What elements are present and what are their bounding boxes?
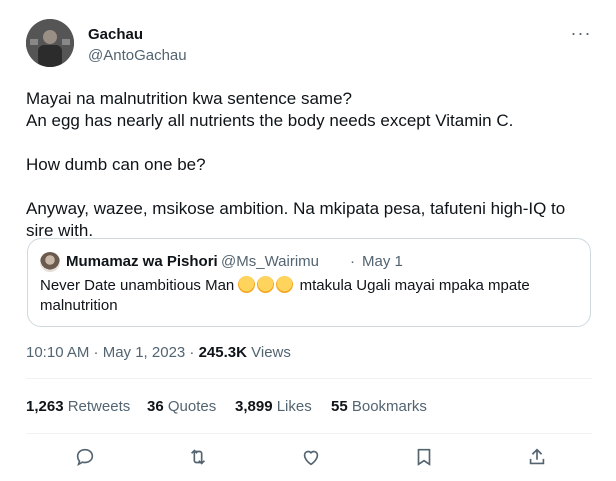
- like-icon[interactable]: [298, 444, 324, 470]
- tweet-line: Anyway, wazee, msikose ambition. Na mkip…: [26, 199, 566, 240]
- tweet-card: Gachau @AntoGachau ··· Mayai na malnutri…: [0, 0, 616, 481]
- reply-icon[interactable]: [72, 444, 98, 470]
- tweet-line: An egg has nearly all nutrients the body…: [26, 111, 514, 130]
- bookmarks-stat[interactable]: 55 Bookmarks: [331, 398, 427, 415]
- yawning-face-emoji-icon: [276, 276, 294, 293]
- yawning-face-emoji-icon: [238, 276, 256, 293]
- tweet-meta: 10:10 AM · May 1, 2023 · 245.3K Views: [26, 344, 291, 361]
- author-handle[interactable]: @AntoGachau: [88, 47, 187, 64]
- quoted-author-handle: @Ms_Wairimu: [221, 253, 320, 270]
- quoted-text-part: Never Date unambitious Man: [40, 277, 239, 294]
- yawning-face-emoji-icon: [257, 276, 275, 293]
- likes-stat[interactable]: 3,899 Likes: [235, 398, 312, 415]
- quoted-text: Never Date unambitious Man mtakula Ugali…: [40, 276, 560, 316]
- divider: [26, 378, 592, 379]
- quoted-separator: ·: [350, 253, 355, 270]
- profile-photo-icon: [26, 19, 74, 67]
- tweet-line: Mayai na malnutrition kwa sentence same?: [26, 89, 352, 108]
- quotes-stat[interactable]: 36 Quotes: [147, 398, 216, 415]
- tweet-timestamp[interactable]: 10:10 AM · May 1, 2023 ·: [26, 344, 199, 361]
- avatar[interactable]: [26, 19, 74, 67]
- quoted-tweet[interactable]: Mumamaz wa Pishori @Ms_Wairimu · May 1 N…: [27, 238, 591, 327]
- views-count: 245.3K: [198, 344, 247, 361]
- bookmark-icon[interactable]: [411, 444, 437, 470]
- quoted-author-name: Mumamaz wa Pishori: [66, 253, 218, 270]
- tweet-text: Mayai na malnutrition kwa sentence same?…: [26, 88, 596, 242]
- divider: [26, 433, 592, 434]
- views-label: Views: [246, 344, 291, 361]
- author-name[interactable]: Gachau: [88, 26, 143, 43]
- more-options-icon[interactable]: ···: [568, 24, 594, 44]
- retweets-stat[interactable]: 1,263 Retweets: [26, 398, 130, 415]
- tweet-line: How dumb can one be?: [26, 155, 206, 174]
- quoted-avatar: [40, 252, 60, 272]
- share-icon[interactable]: [524, 444, 550, 470]
- retweet-icon[interactable]: [185, 444, 211, 470]
- quoted-date: May 1: [362, 253, 403, 270]
- tweet-actions: [0, 444, 616, 472]
